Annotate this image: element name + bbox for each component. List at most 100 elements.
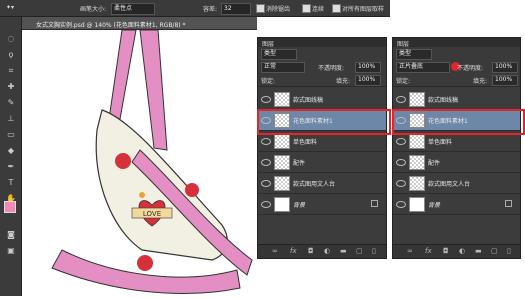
panel2-lock-label: 锁定:	[396, 78, 411, 85]
options-bar: ✦▾ 画笔大小: 柔性点 容差: 32 消除锯齿 连续 对所有图层取样	[0, 0, 390, 17]
visibility-eye-icon[interactable]	[261, 96, 271, 103]
layer-thumbnail	[409, 92, 425, 107]
panel2-kind-select[interactable]: 类型	[396, 49, 432, 60]
eraser-tool-icon[interactable]: ▭	[3, 129, 19, 141]
panel2-lock-row: 锁定: 填充: 100%	[393, 73, 520, 87]
panel2-blend-row: 正片叠底 不透明度: 100%	[393, 60, 520, 74]
panel1-fill-input[interactable]: 100%	[355, 75, 381, 86]
layer-name: 款式图用文人台	[293, 181, 336, 188]
panel2-footer: ∞ fx ◘ ◐ ▬ ▢ ▯	[393, 244, 520, 258]
folder-icon[interactable]: ▬	[340, 247, 347, 255]
new-layer-icon[interactable]: ▢	[356, 247, 363, 255]
layer-name: 单色面料	[293, 139, 318, 146]
quick-mask-icon[interactable]: ◙	[3, 229, 19, 241]
healing-tool-icon[interactable]: ✚	[3, 81, 19, 93]
panel1-blend-mode-select[interactable]: 正常	[261, 62, 305, 73]
visibility-eye-icon[interactable]	[396, 96, 406, 103]
panel2-layer-0[interactable]: 款式图线稿	[393, 89, 520, 110]
new-layer-icon[interactable]: ▢	[491, 247, 498, 255]
screen-mode-icon[interactable]: ▣	[3, 245, 19, 257]
panel1-kind-select[interactable]: 类型	[261, 49, 297, 60]
document-tab[interactable]: 女式文胸实例.psd @ 140% (花色面料素材1, RGB/8) *	[22, 17, 257, 30]
lock-icon	[505, 200, 512, 207]
sample-all-checkbox[interactable]	[332, 4, 341, 13]
panel2-opacity-input[interactable]: 100%	[492, 62, 518, 73]
panel1-lock-row: 锁定: 填充: 100%	[258, 73, 386, 87]
visibility-eye-icon[interactable]	[396, 138, 406, 145]
mask-icon[interactable]: ◘	[443, 247, 449, 255]
link-icon[interactable]: ∞	[407, 247, 413, 255]
panel1-fill-label: 填充:	[336, 78, 351, 85]
contiguous-checkbox[interactable]	[302, 4, 311, 13]
sample-all-label: 对所有图层取样	[342, 6, 385, 13]
panel1-layer-3[interactable]: 配件	[258, 152, 386, 173]
panel2-opacity-label: 不透明度:	[457, 65, 484, 72]
layer-thumbnail	[274, 92, 290, 107]
stamp-tool-icon[interactable]: ⊥	[3, 113, 19, 125]
fx-icon[interactable]: fx	[290, 247, 297, 255]
visibility-eye-icon[interactable]	[396, 180, 406, 187]
canvas[interactable]: LOVE	[22, 29, 257, 296]
layer-name: 款式图用文人台	[428, 181, 471, 188]
lasso-tool-icon[interactable]: ϙ	[3, 49, 19, 61]
highlight-box	[392, 109, 525, 135]
brush-tool-icon[interactable]: ✎	[3, 97, 19, 109]
visibility-eye-icon[interactable]	[261, 180, 271, 187]
panel2-blend-mode-select[interactable]: 正片叠底	[396, 62, 450, 73]
folder-icon[interactable]: ▬	[475, 247, 482, 255]
panel1-layer-4[interactable]: 款式图用文人台	[258, 173, 386, 194]
visibility-eye-icon[interactable]	[261, 138, 271, 145]
type-tool-icon[interactable]: T	[3, 177, 19, 189]
layer-thumbnail	[274, 176, 290, 191]
brush-size-label: 画笔大小:	[80, 6, 107, 13]
crop-tool-icon[interactable]: ⌗	[3, 65, 19, 77]
adjustment-icon[interactable]: ◐	[459, 247, 465, 255]
antialias-checkbox[interactable]	[256, 4, 265, 13]
layer-name: 款式图线稿	[428, 97, 459, 104]
magic-wand-tool-icon[interactable]: ✦▾	[6, 4, 14, 11]
panel2-layer-3[interactable]: 配件	[393, 152, 520, 173]
visibility-eye-icon[interactable]	[261, 159, 271, 166]
panel1-layer-0[interactable]: 款式图线稿	[258, 89, 386, 110]
toolbox: ◌ ϙ ⌗ ✚ ✎ ⊥ ▭ ◆ ✒ T ✋ ◙ ▣	[0, 17, 22, 296]
panel2-layer-5[interactable]: 背景	[393, 194, 520, 215]
layer-thumbnail	[274, 134, 290, 149]
mask-icon[interactable]: ◘	[308, 247, 314, 255]
panel2-filter-row: 类型	[393, 47, 520, 61]
trash-icon[interactable]: ▯	[372, 247, 376, 255]
adjustment-icon[interactable]: ◐	[324, 247, 330, 255]
document-title: 女式文胸实例.psd @ 140% (花色面料素材1, RGB/8) *	[36, 22, 186, 29]
trash-icon[interactable]: ▯	[507, 247, 511, 255]
link-icon[interactable]: ∞	[272, 247, 278, 255]
brush-size-field[interactable]: 柔性点	[111, 3, 155, 15]
panel1-layer-5[interactable]: 背景	[258, 194, 386, 215]
panel2-fill-label: 填充:	[473, 78, 488, 85]
visibility-eye-icon[interactable]	[396, 201, 406, 208]
panel1-title-bar: 图层	[258, 38, 386, 48]
visibility-eye-icon[interactable]	[261, 201, 271, 208]
panel1-opacity-input[interactable]: 100%	[355, 62, 381, 73]
bra-illustration: LOVE	[51, 29, 253, 294]
foreground-color-swatch[interactable]	[4, 201, 16, 213]
pen-tool-icon[interactable]: ✒	[3, 161, 19, 173]
layer-name: 配件	[428, 160, 441, 167]
visibility-eye-icon[interactable]	[396, 159, 406, 166]
panel2-fill-input[interactable]: 100%	[492, 75, 518, 86]
layer-thumbnail	[409, 134, 425, 149]
layers-panel-2: 图层 类型 正片叠底 不透明度: 100% 锁定: 填充: 100% 款式图线稿…	[392, 37, 525, 259]
panel1-footer: ∞ fx ◘ ◐ ▬ ▢ ▯	[258, 244, 386, 258]
panel2-layer-4[interactable]: 款式图用文人台	[393, 173, 520, 194]
layer-thumbnail	[409, 155, 425, 170]
layer-name: 背景	[428, 202, 441, 209]
fx-icon[interactable]: fx	[425, 247, 432, 255]
tolerance-input[interactable]: 32	[221, 3, 251, 15]
panel1-blend-row: 正常 不透明度: 100%	[258, 60, 386, 74]
blur-tool-icon[interactable]: ◆	[3, 145, 19, 157]
panel1-filter-row: 类型	[258, 47, 386, 61]
tolerance-label: 容差:	[203, 6, 218, 13]
layer-name: 背景	[293, 202, 306, 209]
lock-icon	[371, 200, 378, 207]
love-label: LOVE	[143, 210, 161, 218]
layer-name: 配件	[293, 160, 306, 167]
marquee-tool-icon[interactable]: ◌	[3, 33, 19, 45]
